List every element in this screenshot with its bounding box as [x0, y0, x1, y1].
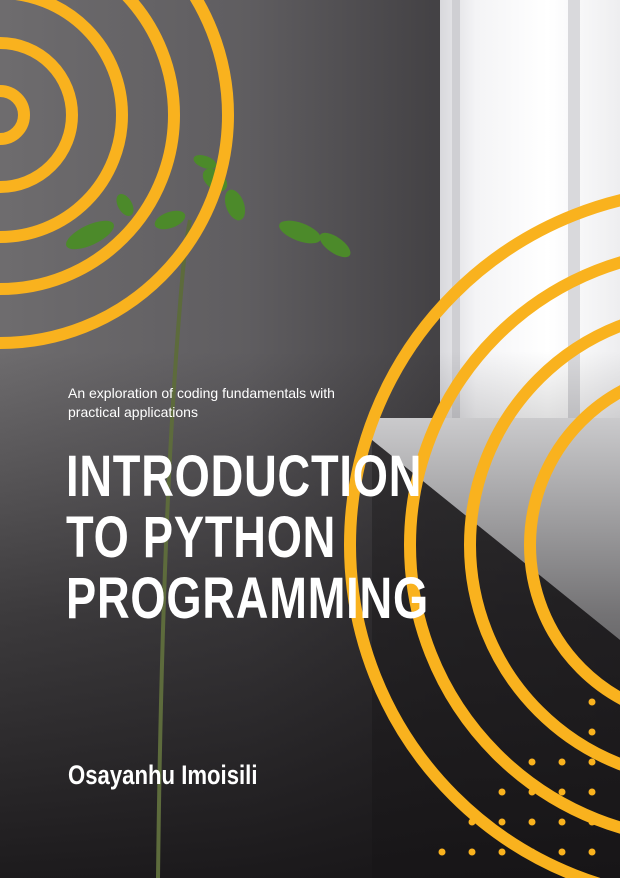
accent-ring	[0, 85, 30, 145]
accent-dot	[558, 788, 566, 796]
accent-dot	[558, 728, 566, 736]
accent-dot	[498, 818, 506, 826]
accent-dot	[588, 848, 596, 856]
title-line: TO PYTHON	[66, 505, 337, 570]
accent-dot	[438, 848, 446, 856]
cover-author: Osayanhu Imoisili	[68, 760, 258, 790]
accent-dot	[558, 758, 566, 766]
accent-dot	[588, 728, 596, 736]
title-line: PROGRAMMING	[66, 566, 429, 631]
accent-ring	[464, 319, 620, 771]
accent-dot	[588, 698, 596, 706]
accent-dot	[468, 818, 476, 826]
decorative-circles	[0, 0, 620, 878]
accent-dot	[468, 848, 476, 856]
accent-dot	[588, 788, 596, 796]
accent-dot	[558, 818, 566, 826]
cover-subtitle: An exploration of coding fundamentals wi…	[68, 385, 335, 420]
accent-dot	[588, 818, 596, 826]
accent-dot	[528, 848, 536, 856]
accent-dot	[528, 818, 536, 826]
accent-dot	[528, 758, 536, 766]
cover-title: INTRODUCTION TO PYTHON PROGRAMMING	[66, 446, 429, 629]
accent-dot	[498, 788, 506, 796]
accent-dot	[528, 788, 536, 796]
title-line: INTRODUCTION	[66, 444, 423, 509]
accent-ring	[0, 37, 78, 193]
accent-dot	[558, 848, 566, 856]
accent-dot	[498, 848, 506, 856]
accent-dot	[588, 758, 596, 766]
accent-ring	[524, 385, 620, 705]
